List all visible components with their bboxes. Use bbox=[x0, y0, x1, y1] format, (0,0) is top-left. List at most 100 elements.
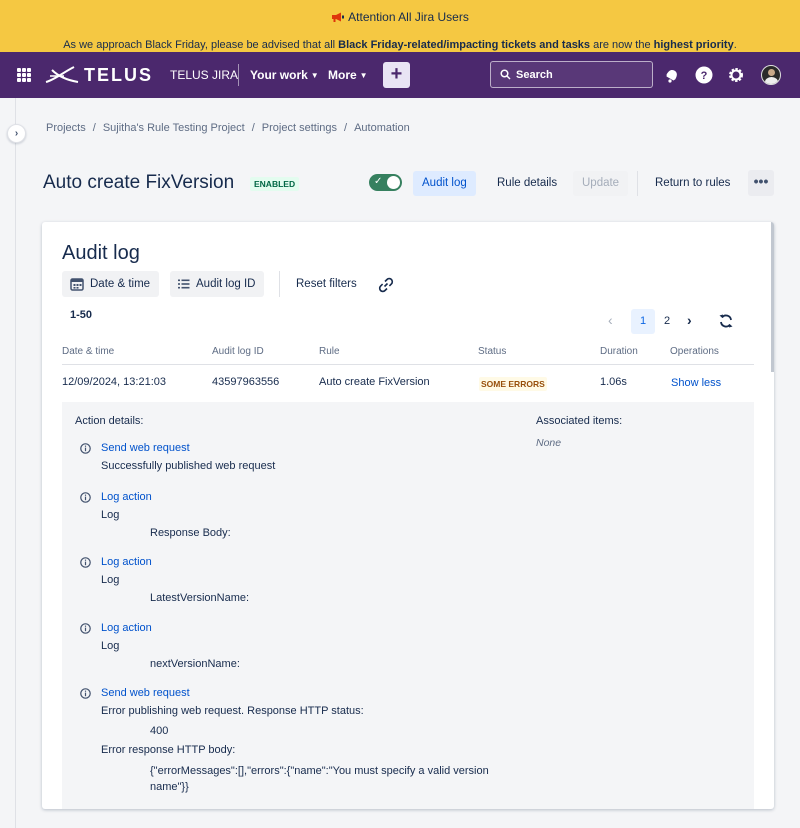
error-body-label: Error response HTTP body: bbox=[101, 744, 236, 756]
associated-items-heading: Associated items: bbox=[536, 415, 623, 427]
reset-filters-button[interactable]: Reset filters bbox=[296, 278, 357, 290]
audit-log-id-filter-button[interactable]: Audit log ID bbox=[170, 271, 265, 297]
column-header-operations: Operations bbox=[670, 346, 719, 357]
action-message: Log bbox=[101, 509, 120, 521]
breadcrumb: Projects / Sujitha's Rule Testing Projec… bbox=[46, 122, 410, 134]
pagination-page-2[interactable]: 2 bbox=[655, 309, 679, 334]
product-name[interactable]: TELUS JIRA bbox=[170, 68, 238, 82]
column-header-rule[interactable]: Rule bbox=[319, 346, 340, 357]
action-message: Log bbox=[101, 640, 120, 652]
rule-details-button[interactable]: Rule details bbox=[488, 171, 566, 196]
row-duration: 1.06s bbox=[600, 376, 627, 388]
page-title: Auto create FixVersion bbox=[43, 172, 235, 193]
table-header-divider bbox=[62, 364, 754, 365]
action-log-value: Response Body: bbox=[150, 527, 231, 539]
calendar-icon bbox=[70, 278, 84, 291]
breadcrumb-automation[interactable]: Automation bbox=[354, 122, 410, 134]
action-message: Successfully published web request bbox=[101, 460, 276, 472]
pagination-page-1[interactable]: 1 bbox=[631, 309, 655, 334]
breadcrumb-projects[interactable]: Projects bbox=[46, 122, 86, 134]
top-navigation: TELUS TELUS JIRA Your work ▼ More ▼ + Sear… bbox=[0, 52, 800, 98]
card-scrollbar[interactable] bbox=[771, 222, 774, 372]
logo-text: TELUS bbox=[84, 64, 154, 85]
info-icon bbox=[80, 623, 91, 634]
return-to-rules-button[interactable]: Return to rules bbox=[646, 171, 739, 196]
banner-message-bold2: highest priority bbox=[653, 39, 734, 51]
check-icon: ✓ bbox=[374, 176, 383, 187]
info-icon bbox=[80, 443, 91, 454]
enabled-status-badge: ENABLED bbox=[250, 177, 300, 191]
result-range: 1-50 bbox=[70, 309, 93, 321]
action-title-link[interactable]: Send web request bbox=[101, 442, 190, 454]
search-icon bbox=[500, 69, 511, 80]
search-input[interactable]: Search bbox=[490, 61, 653, 88]
notifications-icon[interactable] bbox=[663, 66, 681, 84]
date-time-filter-label: Date & time bbox=[90, 278, 151, 290]
refresh-icon[interactable] bbox=[718, 313, 734, 329]
response-status-value: 400 bbox=[150, 725, 169, 737]
chevron-down-icon: ▼ bbox=[310, 71, 319, 80]
user-avatar[interactable] bbox=[761, 65, 781, 85]
banner-message: As we approach Black Friday, please be a… bbox=[0, 39, 800, 51]
action-title-link[interactable]: Log action bbox=[101, 556, 152, 568]
create-button[interactable]: + bbox=[383, 62, 410, 88]
banner-title: Attention All Jira Users bbox=[348, 10, 469, 24]
update-button[interactable]: Update bbox=[573, 171, 629, 196]
info-icon bbox=[80, 492, 91, 503]
error-body-value: {"errorMessages":[],"errors":{"name":"Yo… bbox=[150, 765, 489, 793]
row-date: 12/09/2024, 13:21:03 bbox=[62, 376, 166, 388]
list-icon bbox=[178, 279, 190, 289]
copy-link-icon[interactable] bbox=[378, 277, 394, 293]
action-log-value: LatestVersionName: bbox=[150, 592, 250, 604]
action-title-link[interactable]: Send web request bbox=[101, 687, 190, 699]
show-less-link[interactable]: Show less bbox=[671, 377, 721, 389]
announcement-banner: Attention All Jira Users As we approach … bbox=[0, 0, 800, 52]
action-message: Log bbox=[101, 574, 120, 586]
audit-log-button[interactable]: Audit log bbox=[413, 171, 476, 196]
audit-log-heading: Audit log bbox=[62, 242, 140, 264]
audit-log-id-filter-label: Audit log ID bbox=[196, 278, 256, 290]
search-placeholder: Search bbox=[516, 69, 553, 81]
settings-gear-icon[interactable] bbox=[727, 66, 745, 84]
info-icon bbox=[80, 688, 91, 699]
header-divider bbox=[637, 171, 638, 196]
breadcrumb-project-settings[interactable]: Project settings bbox=[262, 122, 337, 134]
action-title-link[interactable]: Log action bbox=[101, 491, 152, 503]
expand-sidebar-button[interactable]: › bbox=[7, 124, 26, 143]
banner-message-mid: are now the bbox=[590, 39, 654, 51]
banner-message-prefix: As we approach Black Friday, please be a… bbox=[63, 39, 339, 51]
chevron-down-icon: ▼ bbox=[359, 71, 368, 80]
row-rule: Auto create FixVersion bbox=[319, 376, 430, 388]
telus-swirl-icon bbox=[45, 66, 79, 83]
column-header-audit-id[interactable]: Audit log ID bbox=[212, 346, 264, 357]
banner-message-suffix: . bbox=[733, 39, 737, 51]
column-header-date[interactable]: Date & time bbox=[62, 346, 114, 357]
audit-log-card: Audit log Date & time Audit log ID Reset… bbox=[42, 222, 774, 809]
date-time-filter-button[interactable]: Date & time bbox=[62, 271, 160, 297]
filter-divider bbox=[279, 271, 280, 297]
collapsed-sidebar bbox=[0, 98, 16, 828]
column-header-duration[interactable]: Duration bbox=[600, 346, 638, 357]
your-work-menu[interactable]: Your work ▼ bbox=[250, 68, 319, 82]
pagination-previous-icon[interactable]: ‹ bbox=[608, 312, 613, 328]
action-log-value: nextVersionName: bbox=[150, 658, 240, 670]
more-actions-button[interactable]: ••• bbox=[748, 170, 774, 196]
status-badge: SOME ERRORS bbox=[479, 377, 547, 391]
rule-enabled-toggle[interactable]: ✓ bbox=[369, 174, 402, 191]
more-menu[interactable]: More ▼ bbox=[328, 68, 368, 82]
column-header-status[interactable]: Status bbox=[478, 346, 506, 357]
telus-logo[interactable]: TELUS bbox=[44, 63, 153, 87]
action-details-heading: Action details: bbox=[75, 415, 144, 427]
banner-message-bold1: Black Friday-related/impacting tickets a… bbox=[338, 39, 591, 51]
pagination-next-icon[interactable]: › bbox=[687, 312, 692, 328]
more-label: More bbox=[328, 68, 357, 82]
breadcrumb-project[interactable]: Sujitha's Rule Testing Project bbox=[103, 122, 245, 134]
svg-text:?: ? bbox=[701, 70, 708, 82]
row-audit-id: 43597963556 bbox=[212, 376, 280, 388]
action-message: Error publishing web request. Response H… bbox=[101, 705, 364, 717]
app-switcher-icon[interactable] bbox=[17, 68, 31, 82]
action-title-link[interactable]: Log action bbox=[101, 622, 152, 634]
info-icon bbox=[80, 557, 91, 568]
help-icon[interactable]: ? bbox=[695, 66, 713, 84]
your-work-label: Your work bbox=[250, 68, 308, 82]
